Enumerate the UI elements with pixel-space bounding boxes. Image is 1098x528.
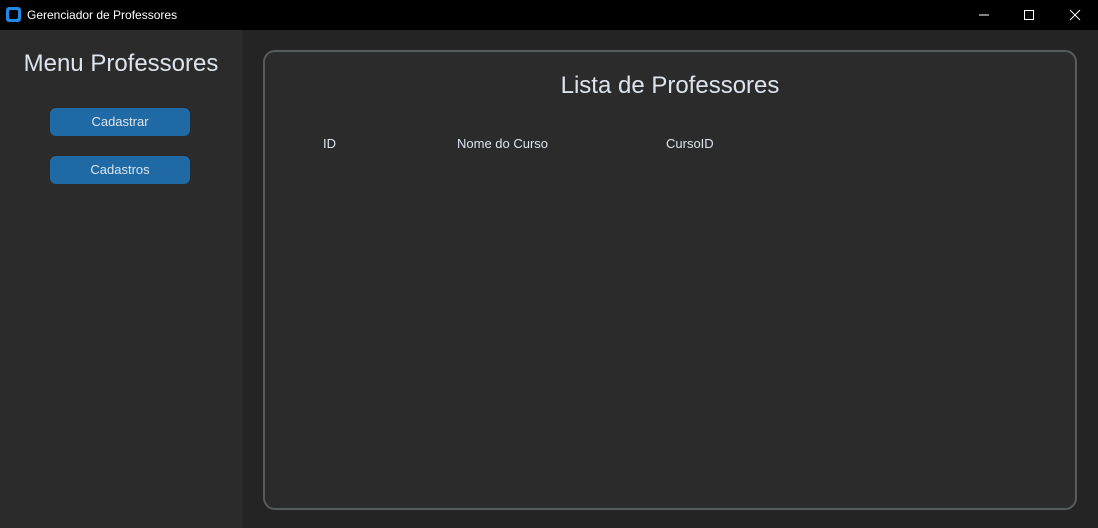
list-title: Lista de Professores bbox=[560, 72, 780, 99]
title-bar[interactable]: Gerenciador de Professores bbox=[0, 0, 1098, 30]
minimize-button[interactable] bbox=[961, 0, 1007, 30]
minimize-icon bbox=[979, 14, 989, 16]
app-window: Gerenciador de Professores Menu Professo… bbox=[0, 0, 1098, 528]
cadastrar-button[interactable]: Cadastrar bbox=[50, 108, 190, 136]
maximize-icon bbox=[1024, 10, 1034, 20]
column-header-cursoid: CursoID bbox=[666, 136, 714, 151]
column-header-nome-do-curso: Nome do Curso bbox=[457, 136, 549, 151]
cadastros-button[interactable]: Cadastros bbox=[50, 156, 190, 184]
sidebar-title: Menu Professores bbox=[23, 50, 219, 77]
maximize-button[interactable] bbox=[1006, 0, 1052, 30]
professores-list-panel: Lista de Professores ID Nome do Curso Cu… bbox=[263, 50, 1077, 510]
window-title: Gerenciador de Professores bbox=[27, 8, 178, 22]
sidebar: Menu Professores Cadastrar Cadastros bbox=[0, 30, 242, 528]
close-button[interactable] bbox=[1052, 0, 1098, 30]
close-icon bbox=[1069, 9, 1081, 21]
app-icon bbox=[6, 7, 21, 22]
column-header-id: ID bbox=[323, 136, 336, 151]
